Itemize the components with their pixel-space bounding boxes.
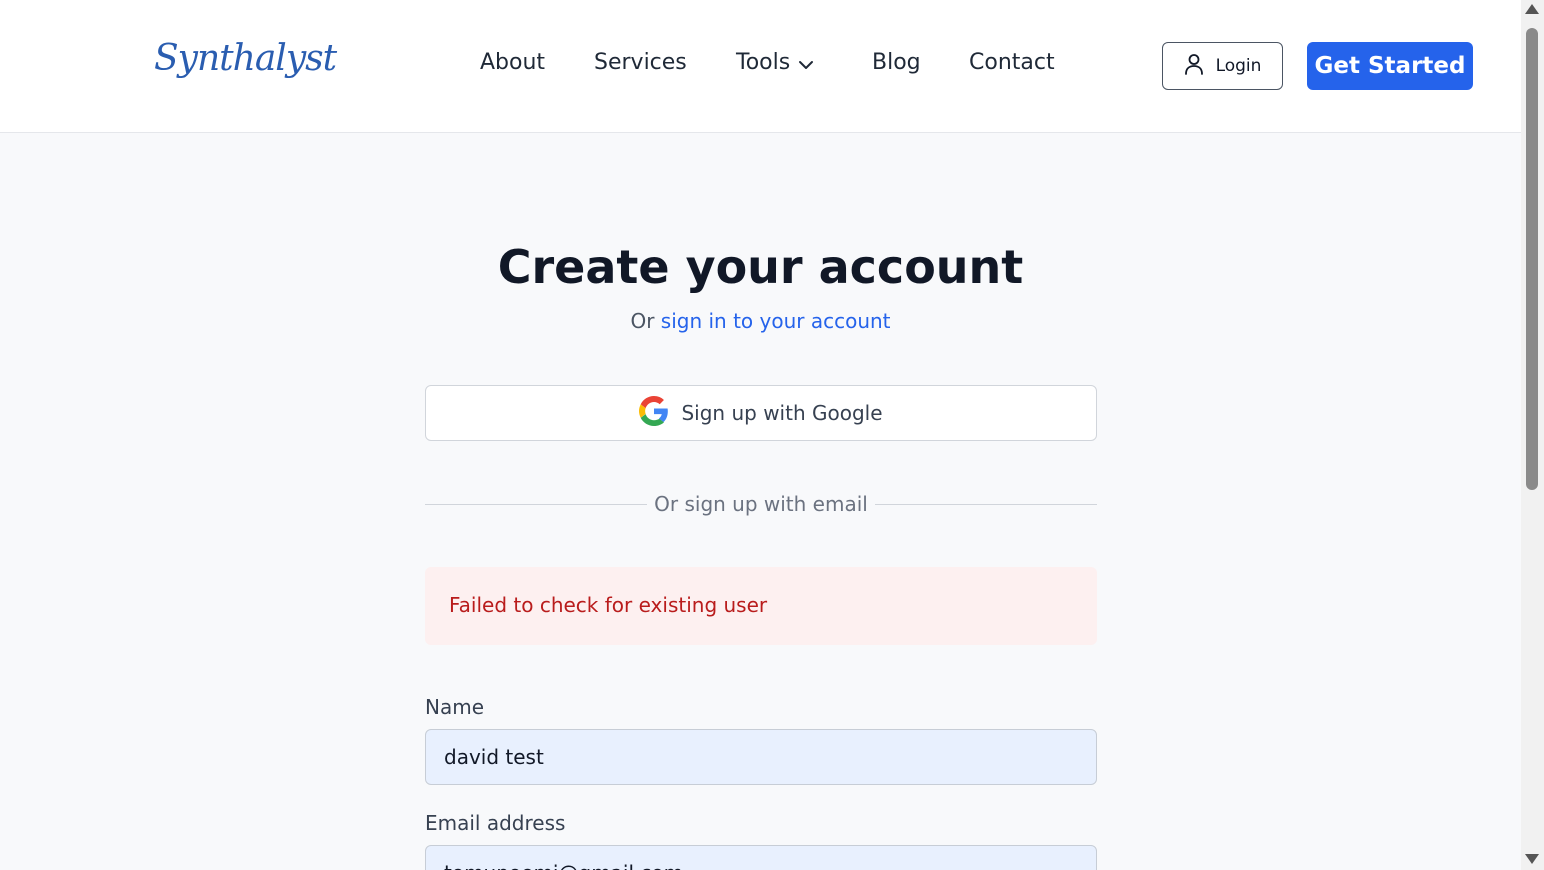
subtitle-prefix: Or <box>630 309 655 333</box>
google-icon <box>639 395 669 431</box>
error-message: Failed to check for existing user <box>449 593 768 617</box>
nav-services[interactable]: Services <box>594 50 687 75</box>
site-header: Synthalyst About Services Tools Blog Con… <box>0 0 1521 133</box>
google-signup-button[interactable]: Sign up with Google <box>425 385 1097 441</box>
email-label: Email address <box>425 811 566 835</box>
logo[interactable]: Synthalyst <box>154 38 337 79</box>
email-divider: Or sign up with email <box>425 490 1097 518</box>
signup-form: Name Email address <box>425 690 1097 870</box>
user-icon <box>1184 53 1204 80</box>
scrollbar-thumb[interactable] <box>1526 28 1538 490</box>
email-input[interactable] <box>425 845 1097 870</box>
page-title: Create your account <box>497 240 1024 294</box>
scroll-down-arrow-icon[interactable] <box>1525 854 1539 864</box>
login-label: Login <box>1215 56 1262 76</box>
sign-in-link[interactable]: sign in to your account <box>661 309 891 333</box>
get-started-button[interactable]: Get Started <box>1307 42 1473 90</box>
nav-tools-label: Tools <box>736 50 791 75</box>
google-signup-label: Sign up with Google <box>681 401 883 425</box>
name-label: Name <box>425 695 485 719</box>
login-button[interactable]: Login <box>1162 42 1283 90</box>
scroll-up-arrow-icon[interactable] <box>1525 4 1539 14</box>
nav-about[interactable]: About <box>480 50 545 75</box>
name-input[interactable] <box>425 729 1097 785</box>
divider-line-right <box>875 504 1097 505</box>
error-alert: Failed to check for existing user <box>425 567 1097 645</box>
nav-blog[interactable]: Blog <box>872 50 921 75</box>
nav-tools[interactable]: Tools <box>736 50 814 76</box>
nav-contact[interactable]: Contact <box>969 50 1055 75</box>
chevron-down-icon <box>798 51 814 76</box>
page-subtitle: Or sign in to your account <box>0 309 1521 333</box>
